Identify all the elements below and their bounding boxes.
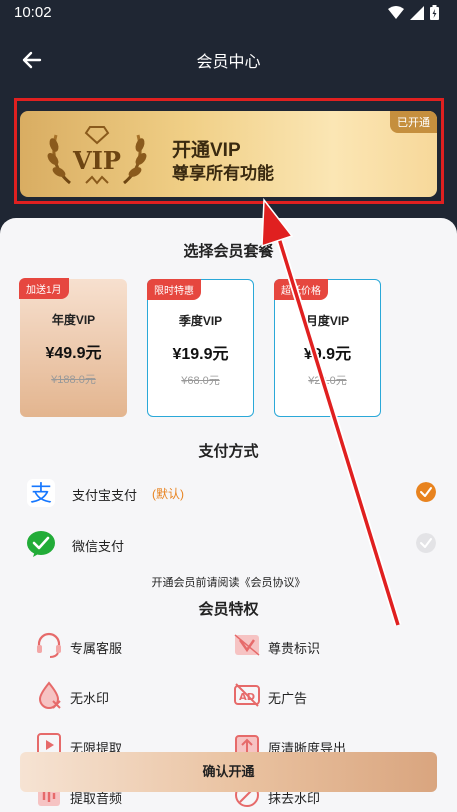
benefit-label: 无水印: [70, 691, 110, 706]
headset-icon: [37, 632, 61, 658]
default-tag: (默认): [152, 487, 184, 501]
plan-price: ¥19.9元: [172, 346, 229, 363]
payment-label: 支付宝支付: [72, 488, 138, 503]
vip-badge-icon: [234, 634, 260, 656]
benefit-label: 尊贵标识: [268, 641, 321, 656]
plan-original-price: ¥28.0元: [308, 375, 347, 387]
unchecked-icon: [416, 533, 436, 553]
status-bar: 10:02: [0, 0, 457, 26]
benefit-item: AD 无广告: [232, 680, 422, 710]
status-time: 10:02: [14, 4, 52, 21]
plan-card-quarterly[interactable]: 限时特惠 季度VIP ¥19.9元 ¥68.0元: [147, 279, 254, 417]
benefit-label: 专属客服: [70, 641, 123, 656]
plan-name: 季度VIP: [178, 314, 223, 328]
vip-logo-text: VIP: [72, 146, 121, 175]
wechat-pay-icon: [27, 531, 55, 557]
plan-original-price: ¥68.0元: [181, 375, 220, 387]
benefit-item: 尊贵标识: [232, 630, 422, 660]
banner-title: 开通VIP: [172, 140, 241, 161]
payment-section-title: 支付方式: [198, 443, 259, 460]
plan-name: 年度VIP: [51, 313, 96, 327]
nav-bar: 会员中心: [0, 36, 457, 80]
plans-section-title: 选择会员套餐: [183, 243, 274, 260]
battery-icon: [430, 5, 439, 20]
svg-text:支: 支: [30, 482, 52, 507]
confirm-button[interactable]: 确认开通: [20, 752, 437, 792]
payment-label: 微信支付: [72, 539, 125, 554]
payment-option-wechat[interactable]: 微信支付: [26, 527, 436, 561]
banner-subtitle: 尊享所有功能: [172, 164, 274, 183]
wifi-icon: [388, 5, 404, 19]
benefits-section-title: 会员特权: [198, 601, 259, 618]
content-sheet: 选择会员套餐 加送1月 年度VIP ¥49.9元 ¥188.0元 限时特惠 季度…: [0, 218, 457, 812]
no-watermark-icon: [38, 681, 61, 709]
plan-card-monthly[interactable]: 超低价格 月度VIP ¥9.9元 ¥28.0元: [274, 279, 381, 417]
agreement-link[interactable]: 开通会员前请阅读《会员协议》: [0, 574, 457, 590]
plan-tag: 加送1月: [19, 278, 69, 299]
signal-icon: [410, 5, 424, 20]
checked-icon: [416, 482, 436, 502]
plan-tag: 限时特惠: [147, 279, 201, 300]
activated-badge: 已开通: [390, 111, 437, 133]
benefit-item: 专属客服: [34, 630, 224, 660]
payment-option-alipay[interactable]: 支 支付宝支付 (默认): [26, 476, 436, 510]
plan-tag: 超低价格: [274, 279, 328, 300]
status-icons: [388, 5, 439, 20]
vip-laurel-icon: VIP: [47, 126, 147, 185]
vip-banner[interactable]: VIP 开通VIP 尊享所有功能 已开通: [20, 111, 437, 197]
page-title: 会员中心: [196, 54, 261, 71]
plan-original-price: ¥188.0元: [51, 374, 96, 386]
plan-price: ¥9.9元: [303, 346, 352, 363]
alipay-icon: 支: [27, 479, 55, 507]
plan-card-yearly[interactable]: 加送1月 年度VIP ¥49.9元 ¥188.0元: [19, 278, 127, 417]
plan-price: ¥49.9元: [45, 345, 102, 362]
benefit-item: 无水印: [34, 680, 224, 710]
benefit-label: 无广告: [268, 691, 308, 706]
no-ads-icon: AD: [234, 683, 260, 707]
plan-name: 月度VIP: [305, 314, 350, 328]
